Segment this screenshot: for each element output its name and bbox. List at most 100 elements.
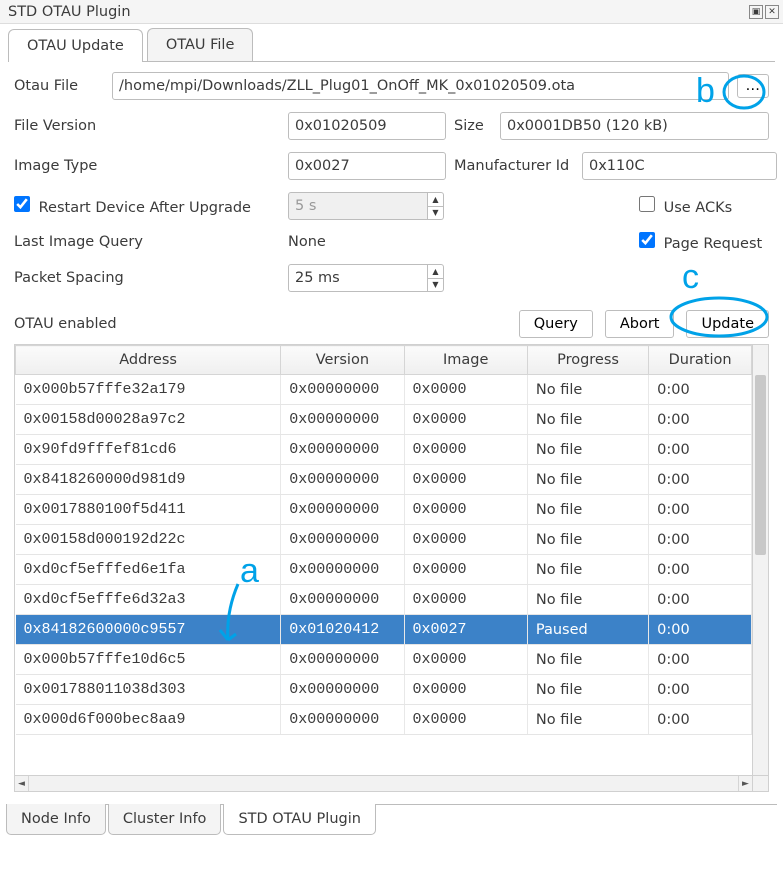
file-version-input[interactable] (288, 112, 446, 140)
col-duration[interactable]: Duration (649, 346, 752, 375)
image-type-input[interactable] (288, 152, 446, 180)
cell-progress: No file (527, 525, 648, 555)
packet-spacing-label: Packet Spacing (14, 270, 280, 286)
col-image[interactable]: Image (404, 346, 527, 375)
cell-progress: No file (527, 555, 648, 585)
window-restore-icon[interactable]: ▣ (749, 5, 763, 19)
table-row[interactable]: 0x001788011038d3030x000000000x0000No fil… (16, 675, 752, 705)
cell-address: 0x000b57fffe10d6c5 (16, 645, 281, 675)
packet-spacing-spinner[interactable]: ▲▼ (428, 264, 444, 292)
table-row[interactable]: 0x00158d000192d22c0x000000000x0000No fil… (16, 525, 752, 555)
cell-image: 0x0000 (404, 495, 527, 525)
cell-image: 0x0000 (404, 405, 527, 435)
cell-progress: No file (527, 495, 648, 525)
cell-version: 0x00000000 (281, 465, 404, 495)
update-button[interactable]: Update (686, 310, 769, 338)
cell-progress: No file (527, 645, 648, 675)
cell-duration: 0:00 (649, 405, 752, 435)
manufacturer-id-label: Manufacturer Id (454, 158, 574, 174)
table-row[interactable]: 0x0017880100f5d4110x000000000x0000No fil… (16, 495, 752, 525)
cell-image: 0x0000 (404, 675, 527, 705)
last-image-query-value: None (288, 234, 446, 250)
cell-progress: No file (527, 435, 648, 465)
cell-address: 0xd0cf5efffed6e1fa (16, 555, 281, 585)
btab-std-otau-plugin[interactable]: STD OTAU Plugin (223, 804, 376, 835)
page-request-label: Page Request (664, 236, 763, 252)
cell-version: 0x00000000 (281, 495, 404, 525)
cell-duration: 0:00 (649, 435, 752, 465)
cell-version: 0x00000000 (281, 375, 404, 405)
image-type-label: Image Type (14, 158, 280, 174)
table-row[interactable]: 0x90fd9fffef81cd60x000000000x0000No file… (16, 435, 752, 465)
devices-table[interactable]: Address Version Image Progress Duration … (15, 345, 752, 735)
scroll-right-icon[interactable]: ► (738, 776, 752, 791)
cell-progress: No file (527, 405, 648, 435)
scroll-left-icon[interactable]: ◄ (15, 776, 29, 791)
cell-duration: 0:00 (649, 675, 752, 705)
cell-progress: No file (527, 705, 648, 735)
cell-duration: 0:00 (649, 615, 752, 645)
restart-delay-input (288, 192, 428, 220)
table-row[interactable]: 0x8418260000d981d90x000000000x0000No fil… (16, 465, 752, 495)
cell-version: 0x00000000 (281, 555, 404, 585)
cell-progress: No file (527, 465, 648, 495)
table-row[interactable]: 0x000b57fffe32a1790x000000000x0000No fil… (16, 375, 752, 405)
page-request-checkbox[interactable] (639, 232, 655, 248)
use-acks-checkbox[interactable] (639, 196, 655, 212)
table-row[interactable]: 0xd0cf5efffed6e1fa0x000000000x0000No fil… (16, 555, 752, 585)
col-progress[interactable]: Progress (527, 346, 648, 375)
abort-button[interactable]: Abort (605, 310, 675, 338)
otau-enabled-label: OTAU enabled (14, 316, 117, 332)
cell-address: 0xd0cf5efffe6d32a3 (16, 585, 281, 615)
cell-address: 0x8418260000d981d9 (16, 465, 281, 495)
vertical-scrollbar[interactable] (752, 345, 768, 775)
cell-image: 0x0027 (404, 615, 527, 645)
cell-progress: No file (527, 675, 648, 705)
cell-image: 0x0000 (404, 585, 527, 615)
cell-duration: 0:00 (649, 525, 752, 555)
cell-version: 0x00000000 (281, 645, 404, 675)
cell-image: 0x0000 (404, 435, 527, 465)
cell-version: 0x00000000 (281, 435, 404, 465)
tabs-bottom: Node Info Cluster Info STD OTAU Plugin (6, 804, 777, 836)
browse-button[interactable]: … (737, 74, 770, 98)
page-request-wrap: Page Request (639, 232, 769, 252)
size-input[interactable] (500, 112, 769, 140)
cell-address: 0x001788011038d303 (16, 675, 281, 705)
table-row[interactable]: 0xd0cf5efffe6d32a30x000000000x0000No fil… (16, 585, 752, 615)
cell-duration: 0:00 (649, 705, 752, 735)
table-row[interactable]: 0x000d6f000bec8aa90x000000000x0000No fil… (16, 705, 752, 735)
col-version[interactable]: Version (281, 346, 404, 375)
file-version-label: File Version (14, 118, 280, 134)
cell-address: 0x90fd9fffef81cd6 (16, 435, 281, 465)
cell-progress: No file (527, 375, 648, 405)
col-address[interactable]: Address (16, 346, 281, 375)
cell-version: 0x00000000 (281, 585, 404, 615)
window-close-icon[interactable]: ✕ (765, 5, 779, 19)
cell-version: 0x00000000 (281, 705, 404, 735)
otau-file-input[interactable] (112, 72, 729, 100)
window-title: STD OTAU Plugin (4, 4, 131, 20)
restart-checkbox[interactable] (14, 196, 30, 212)
manufacturer-id-input[interactable] (582, 152, 777, 180)
cell-duration: 0:00 (649, 465, 752, 495)
btab-node-info[interactable]: Node Info (6, 804, 106, 835)
tab-otau-update[interactable]: OTAU Update (8, 29, 143, 62)
query-button[interactable]: Query (519, 310, 593, 338)
cell-version: 0x00000000 (281, 405, 404, 435)
horizontal-scrollbar[interactable]: ◄ ► (15, 776, 752, 791)
packet-spacing-input[interactable] (288, 264, 428, 292)
table-row[interactable]: 0x00158d00028a97c20x000000000x0000No fil… (16, 405, 752, 435)
table-row[interactable]: 0x000b57fffe10d6c50x000000000x0000No fil… (16, 645, 752, 675)
table-row[interactable]: 0x84182600000c95570x010204120x0027Paused… (16, 615, 752, 645)
tab-otau-file[interactable]: OTAU File (147, 28, 254, 61)
cell-address: 0x00158d000192d22c (16, 525, 281, 555)
restart-label-wrap: Restart Device After Upgrade (14, 196, 280, 216)
btab-cluster-info[interactable]: Cluster Info (108, 804, 222, 835)
restart-delay-spinner[interactable]: ▲▼ (428, 192, 444, 220)
cell-image: 0x0000 (404, 555, 527, 585)
cell-address: 0x84182600000c9557 (16, 615, 281, 645)
cell-image: 0x0000 (404, 375, 527, 405)
cell-address: 0x000d6f000bec8aa9 (16, 705, 281, 735)
cell-version: 0x00000000 (281, 675, 404, 705)
